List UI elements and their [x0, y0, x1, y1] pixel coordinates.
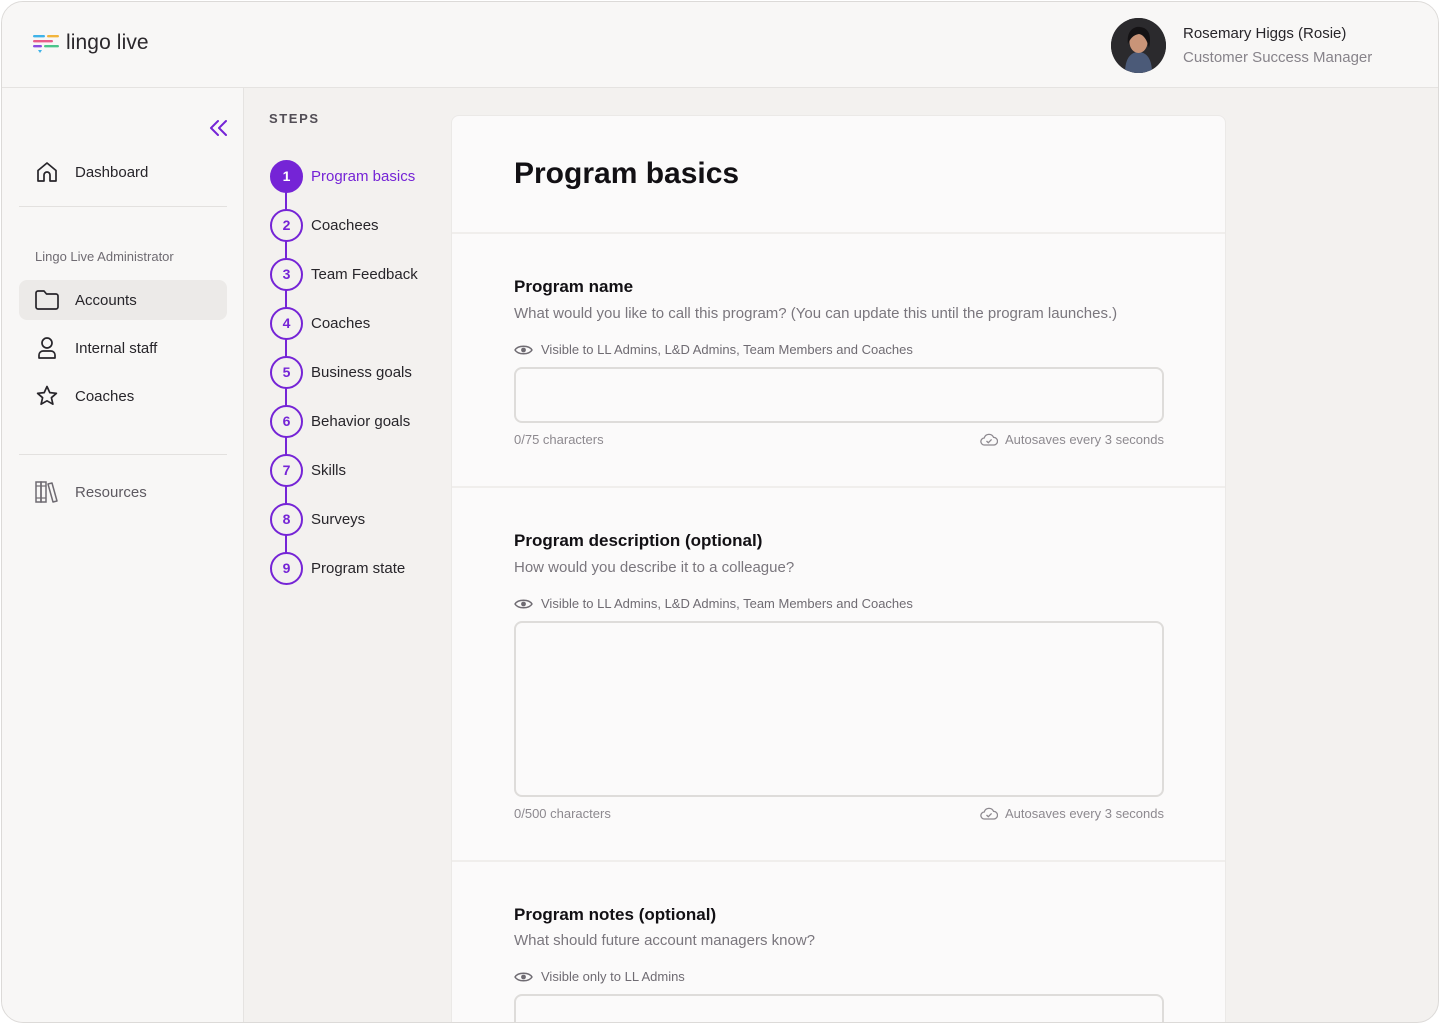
steps-title: STEPS [269, 111, 320, 126]
program-description-visibility: Visible to LL Admins, L&D Admins, Team M… [514, 596, 913, 611]
sidebar-divider [19, 454, 227, 455]
step-number: 1 [270, 159, 303, 193]
step-coaches[interactable]: 4 Coaches [270, 306, 370, 340]
program-notes-textarea[interactable] [514, 994, 1164, 1022]
avatar[interactable] [1111, 18, 1166, 73]
program-notes-help: What should future account managers know… [514, 932, 816, 949]
step-team-feedback[interactable]: 3 Team Feedback [270, 257, 418, 291]
step-number: 7 [270, 453, 303, 487]
step-number: 2 [270, 208, 303, 242]
program-name-input[interactable] [514, 367, 1164, 423]
step-behavior-goals[interactable]: 6 Behavior goals [270, 404, 410, 438]
program-name-autosave: Autosaves every 3 seconds [972, 432, 1164, 447]
double-chevron-left-icon [210, 120, 227, 136]
logo-text: lingo live [66, 31, 149, 54]
step-label: Skills [311, 461, 347, 479]
step-number: 8 [270, 502, 303, 536]
program-description-autosave: Autosaves every 3 seconds [972, 806, 1164, 821]
visibility-text: Visible to LL Admins, L&D Admins, Team M… [541, 342, 913, 357]
section-divider [452, 486, 1225, 488]
visibility-text: Visible to LL Admins, L&D Admins, Team M… [541, 596, 913, 611]
section-divider [452, 860, 1225, 862]
program-notes-visibility: Visible only to LL Admins [514, 969, 685, 984]
step-label: Business goals [311, 363, 412, 381]
sidebar-item-accounts[interactable]: Accounts [19, 280, 227, 320]
avatar-photo-icon [1111, 18, 1166, 73]
page-title: Program basics [514, 157, 740, 190]
cloud-check-icon [980, 807, 999, 820]
sidebar: Dashboard Lingo Live Administrator Accou… [2, 88, 244, 1022]
top-bar: lingo live Rosemary Higgs (Rosie) Custom… [2, 2, 1438, 88]
step-number: 9 [270, 551, 303, 585]
sidebar-item-label: Coaches [75, 387, 135, 405]
autosave-text: Autosaves every 3 seconds [1005, 432, 1164, 447]
step-label: Program state [311, 559, 406, 577]
program-name-counter: 0/75 characters [514, 432, 604, 447]
step-business-goals[interactable]: 5 Business goals [270, 355, 412, 389]
program-description-title: Program description (optional) [514, 531, 763, 550]
sidebar-divider [19, 206, 227, 207]
lingo-live-logo-icon [33, 35, 59, 53]
step-label: Coaches [311, 314, 371, 332]
home-icon [34, 159, 60, 185]
sidebar-item-resources[interactable]: Resources [19, 472, 227, 512]
folder-icon [34, 287, 60, 313]
eye-icon [514, 345, 533, 354]
step-label: Surveys [311, 510, 366, 528]
program-description-help: How would you describe it to a colleague… [514, 559, 795, 576]
cloud-check-icon [980, 433, 999, 446]
step-number: 5 [270, 355, 303, 389]
step-coachees[interactable]: 2 Coachees [270, 208, 379, 242]
step-program-basics[interactable]: 1 Program basics [270, 159, 415, 193]
collapse-sidebar-button[interactable] [208, 118, 230, 138]
app-window: lingo live Rosemary Higgs (Rosie) Custom… [1, 1, 1439, 1023]
user-name: Rosemary Higgs (Rosie) [1183, 24, 1347, 42]
program-description-textarea[interactable] [514, 621, 1164, 797]
books-icon [34, 479, 60, 505]
section-divider [452, 232, 1225, 234]
step-number: 3 [270, 257, 303, 291]
program-basics-card: Program basics Program name What would y… [451, 115, 1226, 1022]
star-icon [34, 383, 60, 409]
sidebar-section-label: Lingo Live Administrator [35, 249, 174, 264]
program-description-counter: 0/500 characters [514, 806, 611, 821]
sidebar-item-label: Accounts [75, 291, 137, 309]
sidebar-item-label: Internal staff [75, 339, 158, 357]
logo[interactable]: lingo live [32, 31, 149, 55]
sidebar-item-label: Resources [75, 483, 147, 501]
program-notes-title: Program notes (optional) [514, 905, 717, 924]
program-name-title: Program name [514, 277, 634, 296]
sidebar-item-label: Dashboard [75, 163, 149, 181]
program-name-visibility: Visible to LL Admins, L&D Admins, Team M… [514, 342, 913, 357]
step-number: 4 [270, 306, 303, 340]
person-icon [34, 335, 60, 361]
user-role: Customer Success Manager [1183, 48, 1373, 66]
visibility-text: Visible only to LL Admins [541, 969, 685, 984]
step-surveys[interactable]: 8 Surveys [270, 502, 365, 536]
step-skills[interactable]: 7 Skills [270, 453, 346, 487]
step-label: Team Feedback [311, 265, 418, 283]
autosave-text: Autosaves every 3 seconds [1005, 806, 1164, 821]
step-number: 6 [270, 404, 303, 438]
user-profile[interactable]: Rosemary Higgs (Rosie) Customer Success … [1111, 18, 1372, 73]
sidebar-item-coaches[interactable]: Coaches [19, 376, 227, 416]
eye-icon [514, 972, 533, 981]
step-program-state[interactable]: 9 Program state [270, 551, 405, 585]
step-label: Behavior goals [311, 412, 411, 430]
sidebar-item-dashboard[interactable]: Dashboard [19, 152, 227, 192]
program-name-help: What would you like to call this program… [514, 305, 1118, 322]
eye-icon [514, 599, 533, 608]
sidebar-item-internal-staff[interactable]: Internal staff [19, 328, 227, 368]
step-label: Program basics [311, 167, 416, 185]
step-label: Coachees [311, 216, 379, 234]
